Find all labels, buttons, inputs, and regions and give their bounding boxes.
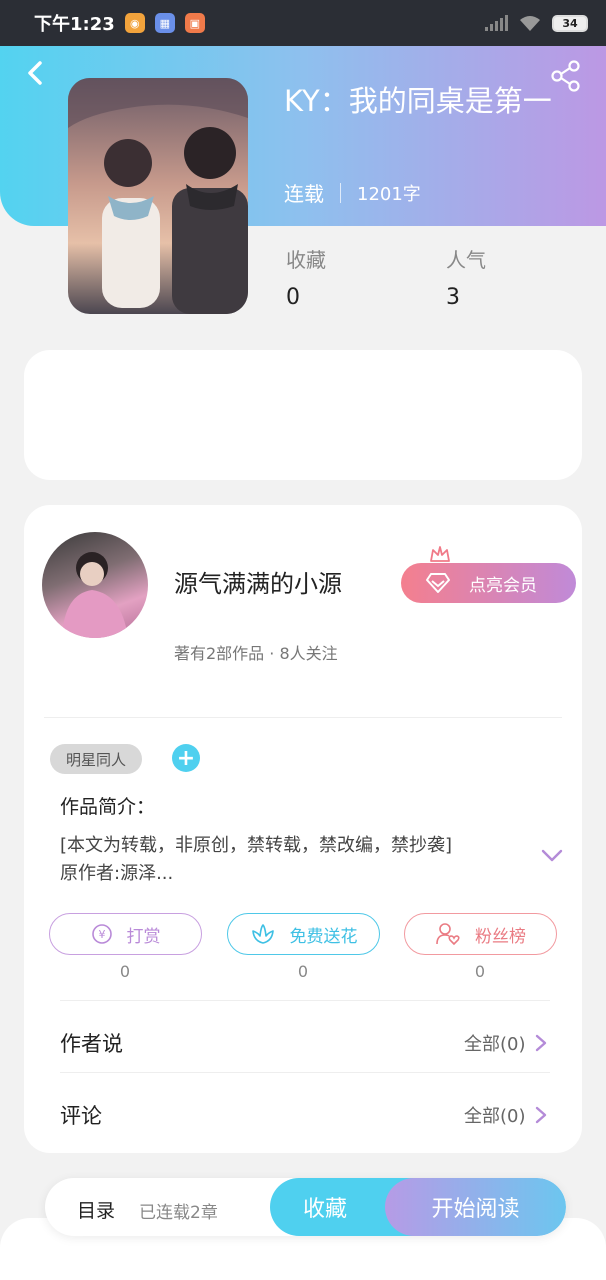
fan-ranking-button[interactable]: 粉丝榜 (404, 913, 557, 955)
yen-coin-icon: ¥ (91, 924, 112, 944)
status-time: 下午1:23 (34, 14, 115, 35)
collect-label: 收藏 (302, 1197, 347, 1222)
divider (60, 1000, 550, 1001)
cover-illustration (68, 78, 248, 314)
flower-count: 0 (297, 962, 309, 981)
fan-heart-icon (436, 923, 460, 946)
svg-text:¥: ¥ (98, 928, 105, 941)
intro-text: [本文为转载，非原创，禁转载，禁改编，禁抄袭] 原作者:源泽... (60, 835, 453, 884)
book-title: KY：我的同桌是第一 (284, 84, 552, 118)
stat-popularity: 人气 3 (446, 244, 486, 310)
book-cover-image[interactable] (68, 78, 248, 314)
start-reading-button[interactable]: 开始阅读 (385, 1178, 566, 1236)
flower-icon (251, 924, 274, 944)
notification-app-icon: ◉ (124, 13, 145, 33)
vip-label: 点亮会员 (469, 575, 537, 596)
comments-label[interactable]: 评论 (60, 1100, 102, 1130)
meta-divider (340, 182, 341, 203)
author-avatar[interactable] (42, 532, 148, 638)
avatar-illustration (62, 552, 128, 638)
row-all-text: 全部(0) (464, 1106, 526, 1127)
signal-icon (485, 15, 508, 31)
stat-value: 3 (446, 285, 460, 310)
back-button[interactable] (22, 58, 52, 88)
crown-icon (430, 546, 450, 562)
tip-count: 0 (119, 962, 131, 981)
chevron-down-icon (541, 849, 563, 862)
stat-label: 人气 (446, 248, 486, 272)
battery-icon: 34 (552, 14, 588, 32)
chevron-right-icon (535, 1106, 546, 1124)
book-status: 连载 (284, 182, 324, 206)
send-flower-label: 免费送花 (289, 926, 358, 947)
diamond-icon (426, 573, 450, 593)
stat-favorites: 收藏 0 (286, 244, 326, 310)
table-of-contents-button[interactable]: 目录 (77, 1196, 115, 1223)
send-flower-button[interactable]: 免费送花 (227, 913, 380, 955)
news-app-icon: ▣ (184, 13, 205, 33)
calendar-app-icon: ▦ (154, 13, 175, 33)
chapter-count: 已连载2章 (139, 1203, 218, 1223)
expand-intro-button[interactable] (540, 848, 564, 864)
battery-level: 34 (562, 16, 578, 30)
tip-label: 打赏 (126, 926, 161, 947)
back-arrow-icon (28, 61, 42, 85)
add-tag-button[interactable]: + (172, 744, 200, 772)
divider (60, 1072, 550, 1073)
divider (44, 717, 562, 718)
author-summary: 著有2部作品 · 8人关注 (174, 644, 338, 663)
fan-ranking-label: 粉丝榜 (475, 926, 526, 947)
chevron-right-icon (535, 1034, 546, 1052)
genre-tag[interactable]: 明星同人 (50, 744, 142, 774)
stat-value: 0 (286, 285, 300, 310)
author-notes-label[interactable]: 作者说 (60, 1028, 123, 1058)
start-reading-label: 开始阅读 (431, 1197, 520, 1222)
book-word-count: 1201字 (357, 183, 421, 205)
author-name[interactable]: 源气满满的小源 (174, 564, 342, 599)
fan-count: 0 (474, 962, 486, 981)
book-meta: 连载 1201字 (284, 178, 421, 207)
comments-all-link[interactable]: 全部(0) (464, 1102, 548, 1128)
tip-button[interactable]: ¥ 打赏 (49, 913, 202, 955)
wifi-icon (520, 16, 540, 31)
blank-card (24, 350, 582, 480)
vip-button[interactable]: 点亮会员 (401, 563, 576, 603)
stat-label: 收藏 (286, 248, 326, 272)
author-notes-all-link[interactable]: 全部(0) (464, 1030, 548, 1056)
row-all-text: 全部(0) (464, 1034, 526, 1055)
status-bar: 下午1:23 ◉ ▦ ▣ 34 (0, 0, 606, 46)
bottom-action-bar: 目录 已连载2章 收藏 开始阅读 (45, 1178, 566, 1236)
intro-title: 作品简介： (60, 796, 156, 818)
